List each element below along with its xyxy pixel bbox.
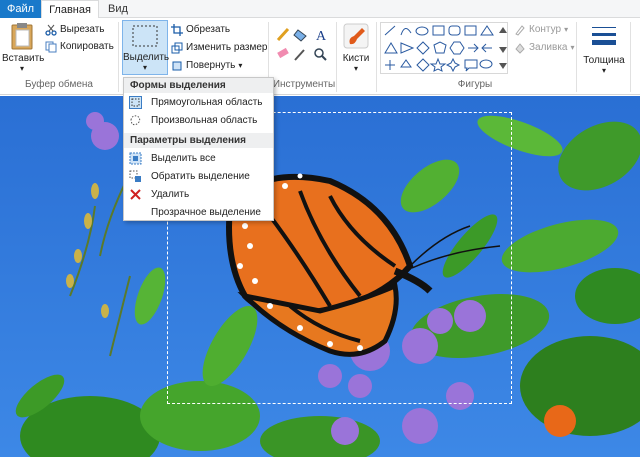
scissors-icon <box>45 24 57 36</box>
size-label: Толщина <box>583 55 625 66</box>
rotate-icon <box>171 60 183 72</box>
menu-item-free-form-selection[interactable]: Произвольная область <box>124 112 273 129</box>
select-all-icon <box>129 152 142 165</box>
copy-icon <box>45 41 57 53</box>
group-divider <box>336 22 337 92</box>
free-form-selection-icon <box>129 114 142 127</box>
invert-selection-icon <box>129 170 142 183</box>
resize-label: Изменить размер <box>186 42 268 53</box>
menu-item-rectangular-selection[interactable]: Прямоугольная область <box>124 94 273 111</box>
tools-group-label: Инструменты <box>272 79 336 90</box>
menu-item-label: Удалить <box>151 189 190 200</box>
group-divider <box>576 22 577 92</box>
menu-item-label: Выделить все <box>151 153 216 164</box>
cut-button[interactable]: Вырезать <box>45 22 104 38</box>
svg-text:A: A <box>316 29 327 44</box>
crop-button[interactable]: Обрезать <box>171 22 230 38</box>
cut-label: Вырезать <box>60 24 105 35</box>
ribbon-tab-bar: Файл Главная Вид <box>0 0 640 19</box>
menu-item-label: Прямоугольная область <box>151 97 263 108</box>
selection-rectangle-icon <box>132 25 158 47</box>
eraser-icon[interactable] <box>277 47 289 59</box>
copy-button[interactable]: Копировать <box>45 39 114 55</box>
pencil-icon[interactable] <box>276 27 290 42</box>
crop-icon <box>171 24 183 36</box>
chevron-down-icon: ▾ <box>142 63 147 72</box>
shapes-group-label: Фигуры <box>457 79 493 90</box>
group-divider <box>630 22 631 92</box>
resize-icon <box>171 42 183 54</box>
brush-icon <box>343 23 369 49</box>
chevron-down-icon: ▾ <box>601 66 606 75</box>
menu-section-selection-options: Параметры выделения <box>124 133 273 148</box>
brushes-button[interactable]: Кисти ▾ <box>340 22 372 73</box>
rotate-label: Повернуть <box>186 60 236 71</box>
brushes-label: Кисти <box>342 53 370 64</box>
crop-label: Обрезать <box>186 24 231 35</box>
paste-button[interactable]: Вставить ▾ <box>2 22 45 73</box>
tab-view[interactable]: Вид <box>100 0 136 18</box>
group-divider <box>118 22 119 92</box>
paint-window: Файл Главная Вид Вставить ▾ Вырезать Коп <box>0 0 640 457</box>
select-dropdown-menu: Формы выделения Прямоугольная область Пр… <box>123 77 274 221</box>
chevron-down-icon: ▾ <box>570 43 575 52</box>
chevron-down-icon: ▾ <box>238 61 243 70</box>
outline-icon <box>514 24 526 36</box>
magnifier-icon[interactable] <box>314 48 327 61</box>
menu-item-label: Обратить выделение <box>151 171 250 182</box>
color-picker-icon[interactable] <box>294 49 305 61</box>
fill-label: Заливка <box>529 42 568 53</box>
chevron-down-icon: ▾ <box>564 25 569 34</box>
select-button[interactable]: Выделить ▾ <box>122 20 170 75</box>
menu-item-transparent-selection[interactable]: Прозрачное выделение <box>124 204 273 221</box>
select-label: Выделить <box>123 52 170 63</box>
menu-item-select-all[interactable]: Выделить все <box>124 150 273 167</box>
chevron-down-icon: ▾ <box>19 64 24 73</box>
delete-icon <box>129 188 142 201</box>
menu-item-delete[interactable]: Удалить <box>124 186 273 203</box>
outline-label: Контур <box>529 24 562 35</box>
fill-bucket-icon[interactable] <box>293 29 307 42</box>
group-divider <box>376 22 377 92</box>
ribbon: Вставить ▾ Вырезать Копировать Буфер обм… <box>0 18 640 95</box>
menu-item-label: Произвольная область <box>151 115 258 126</box>
clipboard-group-label: Буфер обмена <box>25 79 93 90</box>
tab-home[interactable]: Главная <box>41 0 99 19</box>
menu-item-label: Прозрачное выделение <box>151 207 261 218</box>
tab-file[interactable]: Файл <box>0 0 41 18</box>
fill-icon <box>514 42 526 54</box>
size-button[interactable]: Толщина ▾ <box>582 22 626 75</box>
copy-label: Копировать <box>60 41 114 52</box>
fill-button[interactable]: Заливка ▾ <box>514 40 575 56</box>
outline-button[interactable]: Контур ▾ <box>514 22 568 38</box>
rectangle-selection-icon <box>129 96 142 109</box>
menu-section-selection-shapes: Формы выделения <box>124 78 273 93</box>
tools-grid: A <box>276 26 332 66</box>
chevron-down-icon: ▾ <box>353 64 358 73</box>
shapes-icons <box>384 25 507 73</box>
rotate-button[interactable]: Повернуть ▾ <box>171 58 242 74</box>
line-width-icon <box>592 27 616 45</box>
clipboard-icon <box>11 23 33 50</box>
resize-button[interactable]: Изменить размер <box>171 40 267 56</box>
paste-label: Вставить <box>2 53 45 64</box>
shapes-gallery[interactable] <box>380 22 508 74</box>
text-icon[interactable]: A <box>316 29 327 44</box>
menu-item-invert-selection[interactable]: Обратить выделение <box>124 168 273 185</box>
drawing-canvas[interactable] <box>0 96 640 457</box>
